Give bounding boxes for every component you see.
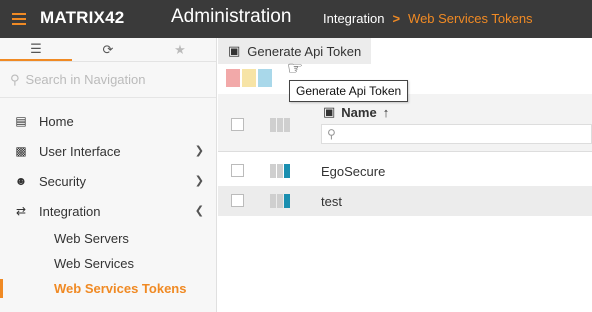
nav-search[interactable]: ⚲ Search in Navigation bbox=[0, 62, 216, 98]
hand-cursor-icon: ☞ bbox=[287, 58, 304, 78]
app-header: MATRIX42 Administration Integration > We… bbox=[0, 0, 592, 38]
sidebar-subitem-web-servers[interactable]: Web Servers bbox=[0, 226, 216, 251]
star-icon: ★ bbox=[174, 41, 186, 57]
tab-history[interactable]: ⟳ bbox=[72, 38, 144, 61]
nav-search-placeholder: Search in Navigation bbox=[25, 72, 146, 87]
sidebar-item-label: User Interface bbox=[39, 143, 121, 159]
toolbar: ▣ Generate Api Token bbox=[218, 38, 592, 64]
sidebar-item-home[interactable]: ▤ Home bbox=[0, 106, 216, 136]
chevron-down-icon: ❮ bbox=[194, 205, 204, 217]
generate-api-token-label: Generate Api Token bbox=[247, 43, 362, 59]
history-icon: ⟳ bbox=[102, 41, 114, 57]
sidebar-item-integration[interactable]: ⇄ Integration ❮ bbox=[0, 196, 216, 226]
color-filter-row bbox=[226, 69, 272, 87]
sidebar: ☰ ⟳ ★ ⚲ Search in Navigation ▤ Home ▩ Us… bbox=[0, 38, 217, 312]
logo: MATRIX42 bbox=[40, 8, 125, 27]
chevron-right-icon: ❯ bbox=[194, 175, 204, 187]
color-filter-blue[interactable] bbox=[258, 69, 272, 87]
breadcrumb-current: Web Services Tokens bbox=[408, 11, 533, 26]
ui-icon: ▩ bbox=[15, 144, 27, 158]
breadcrumb-separator: > bbox=[392, 11, 401, 26]
search-icon: ⚲ bbox=[327, 127, 336, 141]
color-filter-red[interactable] bbox=[226, 69, 240, 87]
token-icon: ▣ bbox=[228, 43, 241, 58]
name-filter-input[interactable]: ⚲ bbox=[321, 124, 592, 144]
menu-icon[interactable] bbox=[12, 13, 26, 25]
breadcrumb: Integration > Web Services Tokens bbox=[323, 11, 533, 26]
integration-icon: ⇄ bbox=[15, 204, 27, 218]
color-filter-yellow[interactable] bbox=[242, 69, 256, 87]
column-header-label: Name bbox=[341, 104, 377, 120]
status-indicator bbox=[270, 164, 290, 178]
column-header-name[interactable]: ▣ Name ↑ bbox=[323, 104, 389, 120]
user-icon: ☻ bbox=[14, 174, 28, 188]
sidebar-item-label: Integration bbox=[39, 203, 101, 219]
chevron-right-icon: ❯ bbox=[194, 145, 204, 157]
home-icon: ▤ bbox=[15, 114, 27, 128]
row-checkbox[interactable] bbox=[231, 194, 244, 207]
sidebar-item-label: Security bbox=[39, 173, 86, 189]
sidebar-item-label: Home bbox=[39, 113, 74, 129]
sidebar-item-user-interface[interactable]: ▩ User Interface ❯ bbox=[0, 136, 216, 166]
sidebar-item-security[interactable]: ☻ Security ❯ bbox=[0, 166, 216, 196]
tab-favorites[interactable]: ★ bbox=[144, 38, 216, 61]
status-indicator bbox=[270, 194, 290, 208]
sidebar-subitem-web-services[interactable]: Web Services bbox=[0, 251, 216, 276]
select-all-checkbox[interactable] bbox=[231, 118, 244, 131]
row-checkbox[interactable] bbox=[231, 164, 244, 177]
tooltip: Generate Api Token bbox=[289, 80, 409, 102]
tab-menu[interactable]: ☰ bbox=[0, 38, 72, 61]
search-icon: ⚲ bbox=[10, 71, 20, 87]
row-name: test bbox=[321, 194, 342, 209]
list-icon: ☰ bbox=[30, 40, 42, 56]
table-row[interactable]: test bbox=[218, 186, 592, 216]
row-name: EgoSecure bbox=[321, 164, 386, 179]
status-column-icon bbox=[270, 118, 290, 132]
column-icon: ▣ bbox=[323, 104, 336, 119]
table-row[interactable]: EgoSecure bbox=[218, 156, 592, 186]
sort-asc-icon[interactable]: ↑ bbox=[383, 105, 390, 120]
sidebar-subitem-web-services-tokens[interactable]: Web Services Tokens bbox=[0, 276, 216, 301]
app-title: Administration bbox=[171, 6, 292, 27]
main-content: ▣ Generate Api Token ☞ Generate Api Toke… bbox=[218, 38, 592, 312]
breadcrumb-integration[interactable]: Integration bbox=[323, 11, 384, 26]
table-header: ▣ Name ↑ ⚲ bbox=[218, 94, 592, 152]
sidebar-tabs: ☰ ⟳ ★ bbox=[0, 38, 216, 62]
